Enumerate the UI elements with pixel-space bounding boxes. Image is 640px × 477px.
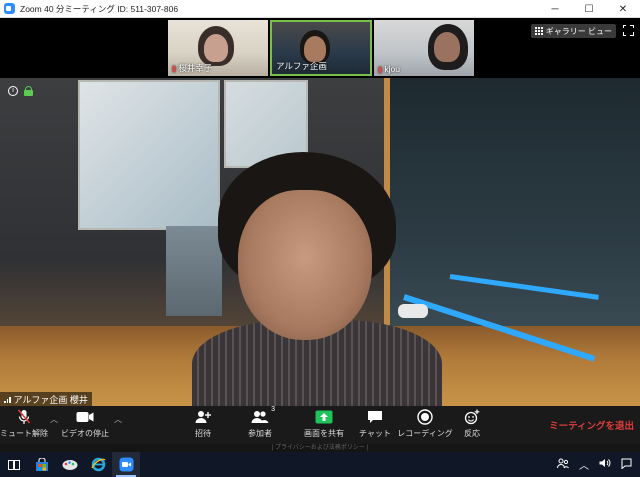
store-icon[interactable] xyxy=(28,452,56,477)
record-button[interactable]: レコーディング xyxy=(397,408,453,442)
reactions-button[interactable]: 反応 xyxy=(460,408,484,442)
zoom-taskbar-icon[interactable] xyxy=(112,452,140,477)
notification-center-icon[interactable] xyxy=(621,458,632,472)
participants-label: 参加者 xyxy=(248,429,272,438)
share-screen-icon xyxy=(315,408,333,426)
share-screen-button[interactable]: 画面を共有 xyxy=(300,408,348,442)
participants-count: 3 xyxy=(271,406,275,413)
stop-video-button[interactable]: ビデオの停止 xyxy=(60,408,110,442)
record-label: レコーディング xyxy=(397,429,453,438)
lock-icon[interactable] xyxy=(24,86,33,96)
close-button[interactable]: ✕ xyxy=(606,0,640,18)
speaker-person xyxy=(192,152,442,406)
mic-muted-icon: ▮ xyxy=(172,63,177,73)
stop-video-label: ビデオの停止 xyxy=(61,429,109,438)
gallery-view-button[interactable]: ギャラリー ビュー xyxy=(530,24,616,38)
participant-face xyxy=(204,34,228,62)
info-icon[interactable]: i xyxy=(8,86,18,96)
invite-label: 招待 xyxy=(195,429,211,438)
window-title: Zoom 40 分ミーティング ID: 511-307-806 xyxy=(20,3,179,14)
studio-window xyxy=(384,78,640,328)
zoom-logo-icon xyxy=(4,3,15,14)
share-screen-label: 画面を共有 xyxy=(304,429,344,438)
participant-name: 桜井幸子 xyxy=(178,63,213,73)
maximize-button[interactable]: ☐ xyxy=(572,0,606,18)
unmute-label: ミュート解除 xyxy=(0,429,48,438)
active-speaker-video: i アルファ企画 櫻井 xyxy=(0,78,640,406)
grid-icon xyxy=(534,27,543,35)
paint-app-icon[interactable] xyxy=(56,452,84,477)
mic-muted-icon: ▮ xyxy=(378,64,383,74)
record-icon xyxy=(417,408,433,426)
speaker-name: アルファ企画 櫻井 xyxy=(13,394,88,405)
chat-label: チャット xyxy=(359,429,391,438)
smiley-plus-icon xyxy=(464,408,480,426)
chat-bubble-icon xyxy=(367,408,383,426)
window-controls: ─ ☐ ✕ xyxy=(538,0,640,18)
participant-face xyxy=(434,32,460,62)
leave-meeting-button[interactable]: ミーティングを退出 xyxy=(549,418,634,432)
task-view-icon[interactable] xyxy=(0,452,28,477)
participant-name: kjou xyxy=(384,64,400,74)
volume-icon[interactable] xyxy=(599,458,611,471)
chat-button[interactable]: チャット xyxy=(359,408,391,442)
participant-face xyxy=(304,36,326,62)
internet-explorer-icon[interactable] xyxy=(84,452,112,477)
show-hidden-icons-icon[interactable]: ︿ xyxy=(579,457,589,472)
participant-thumbnail[interactable]: ▮ 桜井幸子 xyxy=(168,20,268,76)
video-options-caret-icon[interactable]: ︿ xyxy=(114,414,122,425)
audio-options-caret-icon[interactable]: ︿ xyxy=(50,414,58,425)
wall-map xyxy=(78,80,220,230)
fullscreen-icon[interactable] xyxy=(622,24,634,36)
speaker-name-label: アルファ企画 櫻井 xyxy=(0,392,92,406)
minimize-button[interactable]: ─ xyxy=(538,0,572,18)
windows-taskbar: ︿ xyxy=(0,452,640,477)
connection-signal-icon xyxy=(4,396,11,403)
microphone-muted-icon xyxy=(18,408,30,426)
privacy-link[interactable]: | プライバシーおよび法務ポリシー | xyxy=(0,444,640,452)
invite-button[interactable]: 招待 xyxy=(190,408,216,442)
add-person-icon xyxy=(195,408,211,426)
unmute-button[interactable]: ミュート解除 xyxy=(0,408,48,442)
participant-name: アルファ企画 xyxy=(276,61,327,71)
system-tray: ︿ xyxy=(557,452,640,477)
reactions-label: 反応 xyxy=(464,429,480,438)
participant-thumbnail-active[interactable]: アルファ企画 xyxy=(270,20,372,76)
people-icon[interactable] xyxy=(557,458,569,472)
participants-icon: 3 xyxy=(251,406,275,426)
meeting-toolbar: ミュート解除 ︿ ビデオの停止 ︿ 招待 3 参加者 画面を共有 チャット レコ… xyxy=(0,406,640,444)
video-camera-icon xyxy=(76,408,94,426)
title-bar: Zoom 40 分ミーティング ID: 511-307-806 ─ ☐ ✕ xyxy=(0,0,640,18)
gallery-view-label: ギャラリー ビュー xyxy=(545,26,612,36)
microphone xyxy=(398,304,428,318)
participant-thumbnail[interactable]: ▮ kjou xyxy=(374,20,474,76)
participants-button[interactable]: 3 参加者 xyxy=(244,406,276,442)
